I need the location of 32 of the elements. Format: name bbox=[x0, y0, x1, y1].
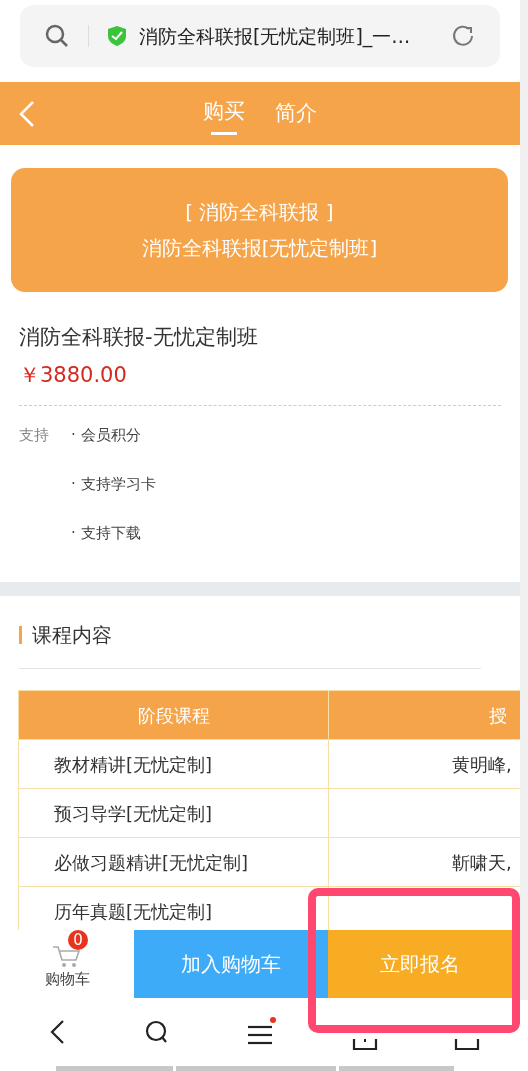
header-tab[interactable]: 简介 bbox=[275, 82, 317, 145]
enroll-button[interactable]: 立即报名 bbox=[328, 930, 512, 998]
header-tab[interactable]: 购买 bbox=[203, 82, 245, 145]
table-cell: 靳啸天, bbox=[452, 851, 512, 873]
page-title: 消防全科联报[无忧定制班]_一… bbox=[139, 23, 412, 50]
table-cell: 必做习题精讲[无忧定制] bbox=[54, 851, 249, 873]
column-header: 授 bbox=[328, 690, 520, 740]
product-price: ￥3880.00 bbox=[19, 361, 128, 389]
section-title: 课程内容 bbox=[32, 622, 112, 649]
table-cell: 历年真题[无忧定制] bbox=[54, 900, 213, 922]
table-cell: 黄明峰, bbox=[452, 753, 512, 775]
address-bar[interactable]: 消防全科联报[无忧定制班]_一… bbox=[20, 5, 500, 67]
search-icon[interactable] bbox=[144, 1019, 170, 1045]
support-item: · 会员积分 bbox=[71, 425, 142, 446]
cart-icon bbox=[52, 943, 82, 968]
support-item: · 支持下载 bbox=[71, 523, 142, 544]
refresh-icon[interactable] bbox=[450, 23, 476, 49]
table-cell: 教材精讲[无忧定制] bbox=[54, 753, 213, 775]
product-name: 消防全科联报-无忧定制班 bbox=[19, 324, 259, 351]
home-icon[interactable] bbox=[454, 1039, 480, 1051]
banner-title: 消防全科联报[无忧定制班] bbox=[141, 235, 378, 262]
cart-button[interactable]: 购物车 0 bbox=[0, 930, 134, 998]
menu-icon[interactable] bbox=[246, 1017, 276, 1047]
column-header: 阶段课程 bbox=[18, 690, 329, 740]
cart-count-badge: 0 bbox=[68, 930, 88, 950]
tabs-icon[interactable] bbox=[352, 1039, 378, 1051]
table-cell: 预习导学[无忧定制] bbox=[54, 802, 213, 824]
shield-check-icon bbox=[107, 25, 127, 47]
add-to-cart-button[interactable]: 加入购物车 bbox=[134, 930, 328, 998]
support-item: · 支持学习卡 bbox=[71, 474, 156, 495]
banner-subtitle: [ 消防全科联报 ] bbox=[185, 199, 334, 226]
support-label: 支持 bbox=[19, 425, 50, 446]
